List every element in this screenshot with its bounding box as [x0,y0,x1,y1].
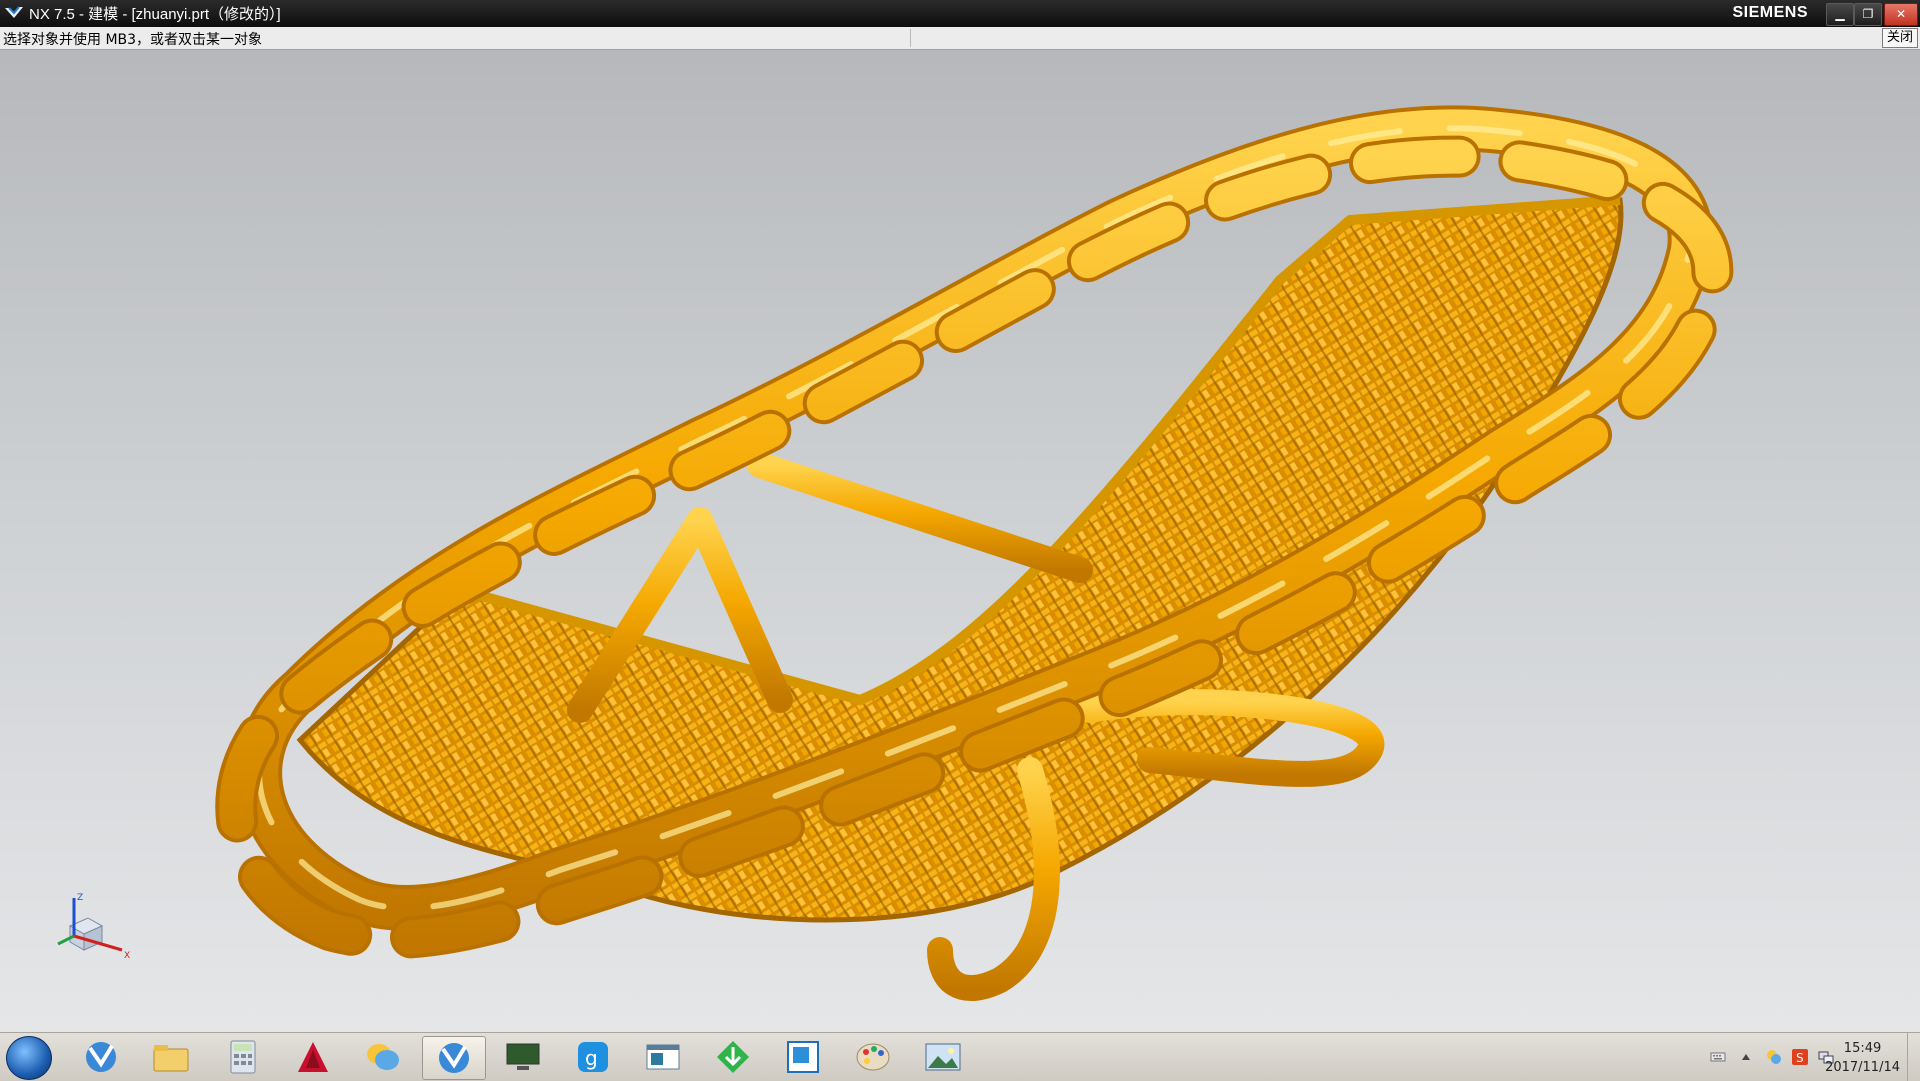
window-title: NX 7.5 - 建模 - [zhuanyi.prt（修改的）] [29,6,281,23]
taskbar-paint[interactable] [842,1036,904,1078]
taskbar: g S 15:49 2017/11/14 [0,1032,1920,1081]
download-arrow-icon [717,1041,749,1073]
graphics-window[interactable]: Z X [0,50,1920,1032]
view-triad: Z X [57,893,130,961]
chair-model[interactable] [0,50,1920,1032]
taskbar-explorer[interactable] [140,1036,202,1078]
taskbar-blue-app[interactable] [772,1036,834,1078]
cue-text: 选择对象并使用 MB3，或者双击某一对象 [3,32,263,48]
taskbar-qq[interactable]: g [562,1036,624,1078]
calculator-icon [230,1040,256,1074]
title-bar: NX 7.5 - 建模 - [zhuanyi.prt（修改的）] SIEMENS… [0,0,1920,27]
taskbar-monitor[interactable] [492,1036,554,1078]
chat-bubble-icon[interactable] [1766,1049,1782,1065]
start-button[interactable] [6,1036,52,1080]
sogou-s-icon[interactable]: S [1792,1049,1808,1065]
taskbar-photos[interactable] [912,1036,974,1078]
svg-text:g: g [585,1046,598,1070]
close-button[interactable]: ✕ [1884,3,1918,26]
monitor-icon [506,1043,540,1070]
qq-icon: g [578,1042,608,1072]
photo-viewer-icon [925,1043,961,1071]
taskbar-calculator[interactable] [212,1036,274,1078]
blue-square-icon [787,1041,819,1073]
taskbar-window[interactable] [632,1036,694,1078]
svg-text:S: S [1796,1051,1804,1065]
show-desktop-button[interactable] [1907,1033,1920,1081]
cue-line: 选择对象并使用 MB3，或者双击某一对象 关闭 [0,27,1920,50]
restore-button[interactable]: ❐ [1854,3,1882,26]
triad-x-label: X [124,951,130,961]
nx-app-icon[interactable] [3,4,25,24]
window-icon [646,1044,680,1070]
taskbar-nx[interactable] [70,1036,132,1078]
taskbar-downloader[interactable] [702,1036,764,1078]
clock-date: 2017/11/14 [1825,1060,1900,1075]
system-clock[interactable]: 15:49 2017/11/14 [1825,1039,1900,1077]
nx-icon [86,1042,116,1072]
paint-palette-icon [856,1043,890,1071]
minimize-button[interactable]: ▁ [1826,3,1854,26]
close-cue-button[interactable]: 关闭 [1882,28,1918,48]
show-hidden-arrow-icon[interactable] [1738,1049,1754,1065]
taskbar-messenger[interactable] [352,1036,414,1078]
chat-bubble-icon [367,1044,399,1070]
keyboard-icon[interactable] [1710,1049,1726,1065]
triad-z-label: Z [77,893,83,903]
clock-time: 15:49 [1843,1041,1882,1056]
taskbar-autocad[interactable] [282,1036,344,1078]
nx-icon [439,1043,469,1073]
autocad-icon [298,1042,328,1072]
file-explorer-icon [153,1045,189,1072]
siemens-brand: SIEMENS [1732,4,1808,21]
taskbar-nx-active[interactable] [422,1036,486,1080]
cue-separator [910,29,911,47]
